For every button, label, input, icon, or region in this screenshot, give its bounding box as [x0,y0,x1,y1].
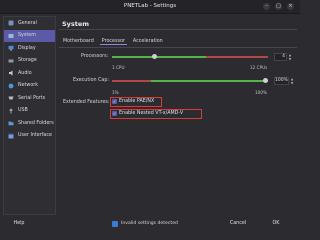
maximize-icon[interactable]: □ [275,3,282,10]
processors-min-label: 1 CPU [112,65,125,70]
sidebar-item-label: System [18,33,36,39]
tab-bar: Motherboard Processor Acceleration [61,39,165,45]
processors-max-label: 12 CPUs [250,65,268,70]
sidebar-item-label: Display [18,45,36,51]
execution-cap-min-label: 1% [112,90,119,95]
sidebar-item-label: Network [18,83,39,89]
checkmark-icon: ✓ [112,99,117,104]
processors-label: Processors: [81,54,109,59]
page-title: System [62,20,90,28]
chevron-down-icon[interactable]: ▼ [287,57,293,61]
checkbox-label: Enable Nested VT-x/AMD-V [119,111,184,116]
window-controls: – □ × [263,3,294,10]
sidebar-item-label: Serial Ports [18,95,46,101]
sidebar-item-shared-folders[interactable]: Shared Folders [4,117,55,130]
slider-track-ok [151,80,268,82]
processors-slider[interactable] [112,53,268,59]
close-icon[interactable]: × [287,3,294,10]
slider-track-over [205,56,268,58]
processors-stepper[interactable]: ▲ ▼ [287,53,293,61]
checkmark-icon: ✓ [112,111,117,116]
shared-folders-icon [8,120,14,126]
pae-nx-checkbox[interactable]: ✓ Enable PAE/NX [112,99,154,104]
divider [59,29,297,30]
cancel-button[interactable]: Cancel [226,219,250,228]
sidebar-item-label: Audio [18,70,32,76]
sidebar-item-usb[interactable]: USB [4,105,55,118]
usb-icon [8,108,14,114]
serial-ports-icon [8,95,14,101]
warning-icon [112,220,118,227]
execution-cap-label: Execution Cap: [73,78,110,83]
settings-sidebar: General System Display Storage Audio Net… [3,16,56,215]
sidebar-item-label: General [18,20,37,26]
network-icon [8,83,14,89]
status-message: Invalid settings detected [112,219,178,228]
sidebar-item-network[interactable]: Network [4,80,55,93]
audio-icon [8,70,14,76]
user-interface-icon [8,133,14,139]
sidebar-item-label: USB [18,108,28,114]
tab-motherboard[interactable]: Motherboard [61,39,96,45]
status-text: Invalid settings detected [121,221,178,226]
settings-panel: System Motherboard Processor Acceleratio… [59,16,297,215]
sidebar-item-label: Shared Folders [18,120,54,126]
sidebar-item-audio[interactable]: Audio [4,67,55,80]
general-icon [8,20,14,26]
slider-track-ok [112,56,206,58]
system-icon [8,33,14,39]
execution-cap-max-label: 100% [255,90,267,95]
window-title: PNETLab - Settings [123,3,177,9]
divider [59,47,297,48]
ok-button[interactable]: OK [266,219,286,228]
checkbox-label: Enable PAE/NX [119,99,155,104]
sidebar-item-label: Storage [18,58,37,64]
execution-cap-slider[interactable] [112,77,268,83]
dialog-footer: Help Invalid settings detected Cancel OK [0,217,300,233]
sidebar-item-general[interactable]: General [4,17,55,30]
execution-cap-spinbox[interactable]: 100% [274,77,289,85]
minimize-icon[interactable]: – [263,3,270,10]
sidebar-item-display[interactable]: Display [4,42,55,55]
sidebar-item-serial-ports[interactable]: Serial Ports [4,92,55,105]
processors-spinbox[interactable]: 4 [274,53,287,61]
tab-acceleration[interactable]: Acceleration [131,39,165,45]
tab-processor[interactable]: Processor [99,39,127,45]
slider-track-low [112,80,151,82]
sidebar-item-system[interactable]: System [4,29,55,42]
extended-features-label: Extended Features: [63,100,110,105]
execution-cap-stepper[interactable]: ▲ ▼ [289,77,295,85]
chevron-down-icon[interactable]: ▼ [289,81,295,85]
sidebar-item-storage[interactable]: Storage [4,55,55,68]
nested-vtx-checkbox[interactable]: ✓ Enable Nested VT-x/AMD-V [112,111,183,116]
storage-icon [8,58,14,64]
title-bar: PNETLab - Settings – □ × [0,0,300,14]
display-icon [8,45,14,51]
help-button[interactable]: Help [8,219,30,228]
slider-handle[interactable] [151,53,157,59]
slider-handle[interactable] [263,77,268,83]
sidebar-item-label: User Interface [18,133,52,139]
sidebar-item-user-interface[interactable]: User Interface [4,130,55,143]
